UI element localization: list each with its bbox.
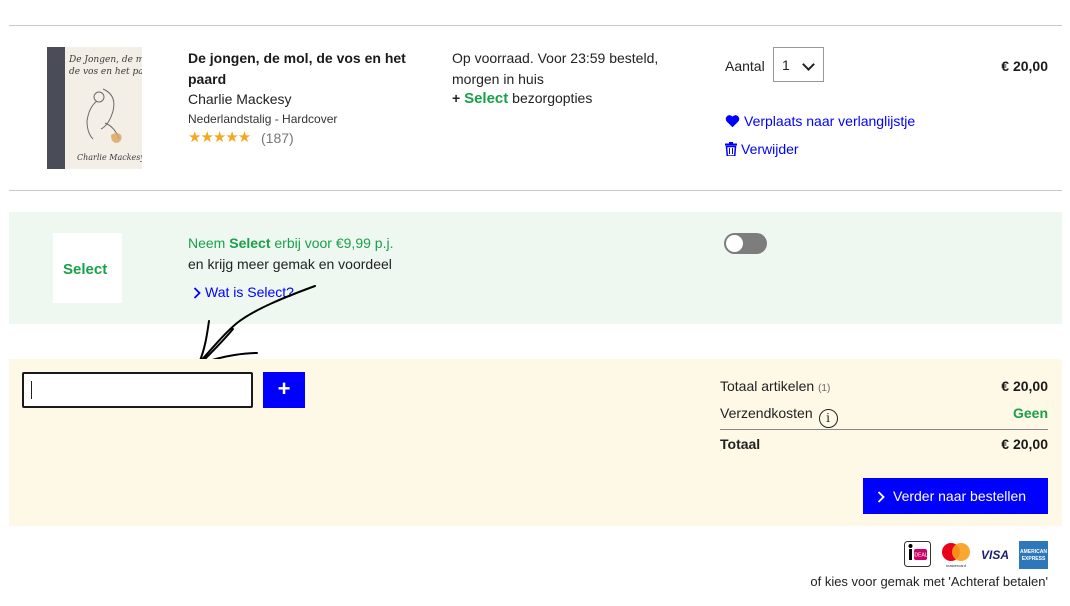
add-code-button[interactable]: + — [263, 372, 305, 408]
ideal-logo: iDEAL — [904, 541, 931, 567]
select-promo-panel — [9, 212, 1062, 324]
cover-illustration — [86, 88, 122, 143]
review-count[interactable]: (187) — [261, 130, 294, 146]
shipping-value: Geen — [1012, 405, 1048, 421]
ideal-logo-text: iDEAL — [913, 553, 927, 559]
stock-status: Op voorraad. Voor 23:59 besteld, morgen … — [452, 50, 659, 87]
shipping-label: Verzendkosten i — [720, 405, 838, 428]
info-icon[interactable]: i — [818, 409, 838, 428]
text-caret — [31, 381, 32, 399]
quantity-value: 1 — [782, 57, 790, 73]
remove-link-label: Verwijder — [741, 141, 799, 157]
shipping-text: Verzendkosten — [720, 405, 813, 421]
divider-top — [9, 25, 1062, 26]
select-brand: Select — [464, 90, 509, 107]
remove-link[interactable]: Verwijder — [725, 141, 799, 157]
pay-later-note: of kies voor gemak met 'Achteraf betalen… — [810, 574, 1048, 589]
quantity-label: Aantal — [725, 58, 765, 74]
product-meta: Nederlandstalig - Hardcover — [188, 112, 338, 126]
total-label: Totaal — [720, 436, 761, 452]
total-items-label: Totaal artikelen (1) — [720, 378, 830, 394]
checkout-button[interactable]: Verder naar bestellen — [863, 478, 1048, 514]
totals-divider — [720, 429, 1048, 430]
checkout-button-label: Verder naar bestellen — [893, 488, 1027, 504]
promo-line1-brand: Select — [229, 235, 271, 251]
total-items-value: € 20,00 — [1001, 378, 1048, 394]
promo-line1-prefix: Neem — [188, 235, 226, 251]
select-toggle[interactable] — [724, 233, 767, 254]
amex-logo: AMERICAN EXPRESS — [1019, 541, 1048, 569]
chevron-right-icon — [877, 491, 885, 503]
mastercard-logo-text: mastercard — [946, 563, 966, 568]
total-items-text: Totaal artikelen — [720, 378, 815, 394]
divider-middle — [9, 190, 1062, 191]
visa-logo-text: VISA — [981, 548, 1009, 562]
select-delivery-row[interactable]: + Select bezorgopties — [452, 90, 592, 107]
product-author[interactable]: Charlie Mackesy — [188, 91, 291, 107]
plus-icon: + — [452, 90, 461, 106]
cover-title-line2: de vos en het paard — [69, 67, 142, 77]
discount-code-input[interactable] — [22, 372, 253, 408]
select-logo-text: Select — [63, 261, 108, 278]
visa-logo: VISA — [981, 548, 1009, 562]
trash-icon — [725, 142, 737, 156]
quantity-select[interactable]: 1 — [773, 47, 824, 82]
total-items-count: (1) — [818, 383, 831, 394]
select-delivery-text: bezorgopties — [512, 90, 593, 106]
promo-line1: Neem Select erbij voor €9,99 p.j. — [188, 235, 393, 251]
wishlist-link-label: Verplaats naar verlanglijstje — [744, 113, 916, 129]
rating-stars: ★★★★★ — [188, 129, 251, 146]
amex-logo-line2: EXPRESS — [1022, 556, 1046, 562]
total-value: € 20,00 — [1001, 436, 1048, 452]
chevron-down-icon — [802, 58, 815, 71]
select-logo: Select — [53, 233, 122, 303]
promo-line1-suffix: erbij voor €9,99 p.j. — [274, 235, 394, 251]
amex-logo-line1: AMERICAN — [1020, 549, 1047, 555]
product-title[interactable]: De jongen, de mol, de vos en het paard — [188, 48, 428, 90]
product-price: € 20,00 — [1001, 58, 1048, 74]
wishlist-link[interactable]: Verplaats naar verlanglijstje — [725, 113, 915, 129]
cover-title-line1: De Jongen, de mol, — [69, 55, 142, 65]
heart-icon — [725, 115, 740, 128]
mastercard-logo: mastercard — [942, 543, 970, 568]
promo-line2: en krijg meer gemak en voordeel — [188, 256, 392, 272]
toggle-knob — [726, 235, 743, 252]
book-cover[interactable]: De Jongen, de mol, de vos en het paard C… — [47, 47, 142, 169]
book-spine — [47, 47, 65, 169]
cover-author: Charlie Mackesy — [77, 153, 142, 162]
